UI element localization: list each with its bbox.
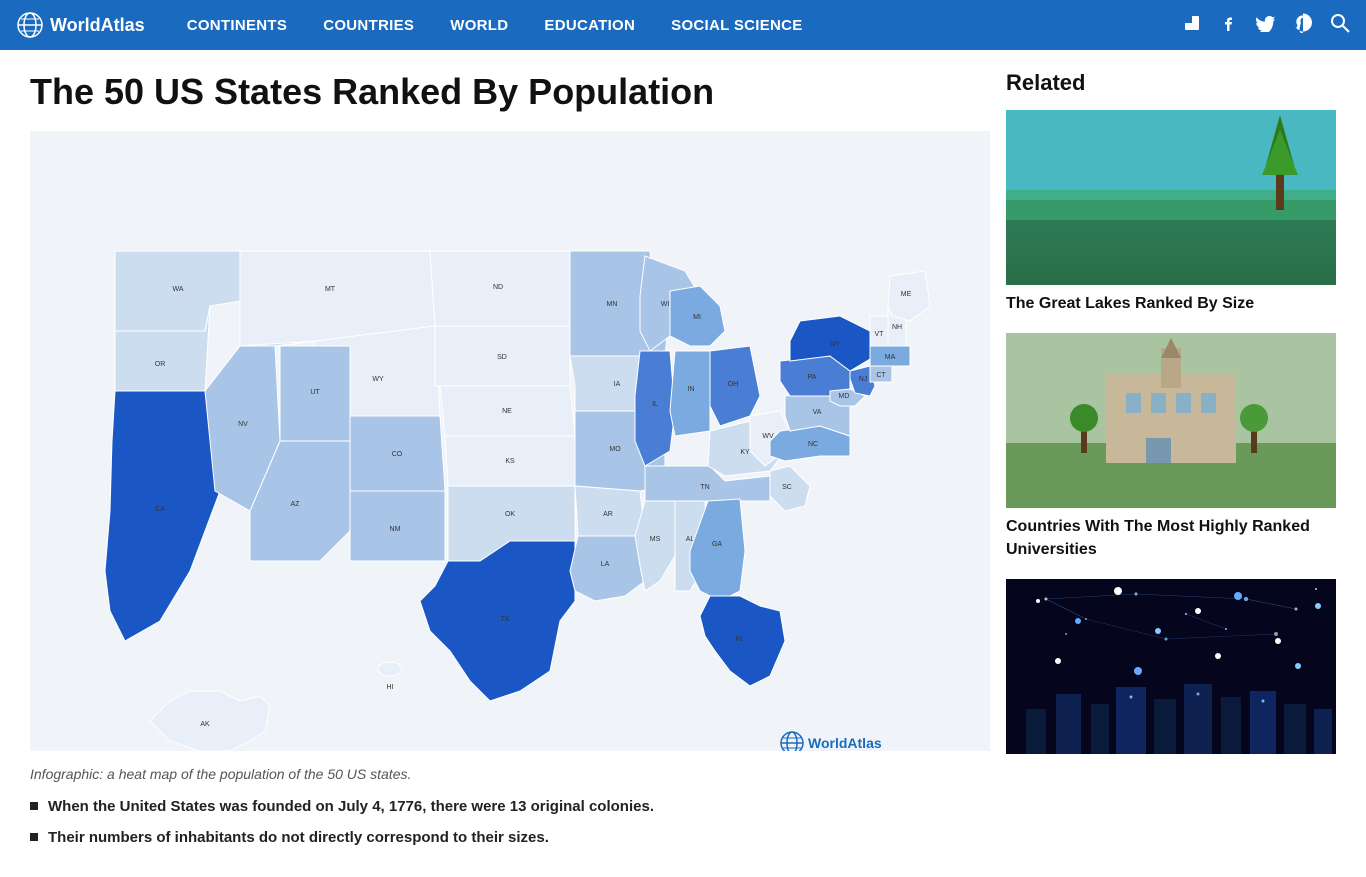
nav-social-science[interactable]: SOCIAL SCIENCE (653, 0, 820, 50)
related-card-2-image (1006, 333, 1336, 508)
pinterest-icon[interactable] (1294, 13, 1312, 38)
social-icons (1182, 13, 1350, 38)
site-header: WorldAtlas CONTINENTS COUNTRIES WORLD ED… (0, 0, 1366, 50)
state-vt (870, 316, 888, 346)
search-icon[interactable] (1330, 13, 1350, 38)
state-il (635, 351, 675, 466)
bullet-list: When the United States was founded on Ju… (30, 796, 976, 849)
svg-text:WorldAtlas: WorldAtlas (808, 735, 882, 751)
main-nav: CONTINENTS COUNTRIES WORLD EDUCATION SOC… (169, 0, 1182, 50)
state-sd (435, 326, 570, 386)
state-nd (430, 251, 570, 326)
facebook-icon[interactable] (1220, 14, 1238, 37)
related-card-2-title: Countries With The Most Highly Ranked Un… (1006, 516, 1336, 561)
related-card-3-image (1006, 579, 1336, 754)
nav-world[interactable]: WORLD (432, 0, 526, 50)
nav-education[interactable]: EDUCATION (526, 0, 653, 50)
related-card-1-title: The Great Lakes Ranked By Size (1006, 293, 1336, 315)
related-title: Related (1006, 70, 1336, 96)
map-caption: Infographic: a heat map of the populatio… (30, 766, 976, 782)
state-ut (280, 346, 350, 441)
bullet-item-2: Their numbers of inhabitants do not dire… (30, 827, 976, 850)
logo[interactable]: WorldAtlas (16, 11, 145, 39)
state-ne (440, 386, 575, 436)
state-ks (445, 436, 575, 486)
us-map: WA OR CA ID NV UT (30, 131, 990, 751)
state-ct (870, 366, 892, 382)
related-card-1[interactable]: The Great Lakes Ranked By Size (1006, 110, 1336, 315)
state-nm (350, 491, 445, 561)
state-ar (575, 486, 645, 536)
bullet-marker (30, 833, 38, 841)
nav-continents[interactable]: CONTINENTS (169, 0, 306, 50)
related-card-1-image (1006, 110, 1336, 285)
nav-countries[interactable]: COUNTRIES (305, 0, 432, 50)
map-container: WA OR CA ID NV UT (30, 131, 976, 756)
related-card-3[interactable] (1006, 579, 1336, 754)
globe-icon (16, 11, 44, 39)
article-content: The 50 US States Ranked By Population WA… (30, 70, 976, 857)
related-card-2[interactable]: Countries With The Most Highly Ranked Un… (1006, 333, 1336, 561)
state-ma (870, 346, 910, 366)
sidebar: Related The Great Lakes Ranked By Size (1006, 70, 1336, 857)
main-container: The 50 US States Ranked By Population WA… (0, 50, 1366, 877)
flipboard-icon[interactable] (1182, 13, 1202, 38)
twitter-icon[interactable] (1256, 14, 1276, 37)
state-co (350, 416, 445, 491)
page-title: The 50 US States Ranked By Population (30, 70, 976, 113)
bullet-item-1: When the United States was founded on Ju… (30, 796, 976, 819)
bullet-marker (30, 802, 38, 810)
state-in (670, 351, 710, 436)
